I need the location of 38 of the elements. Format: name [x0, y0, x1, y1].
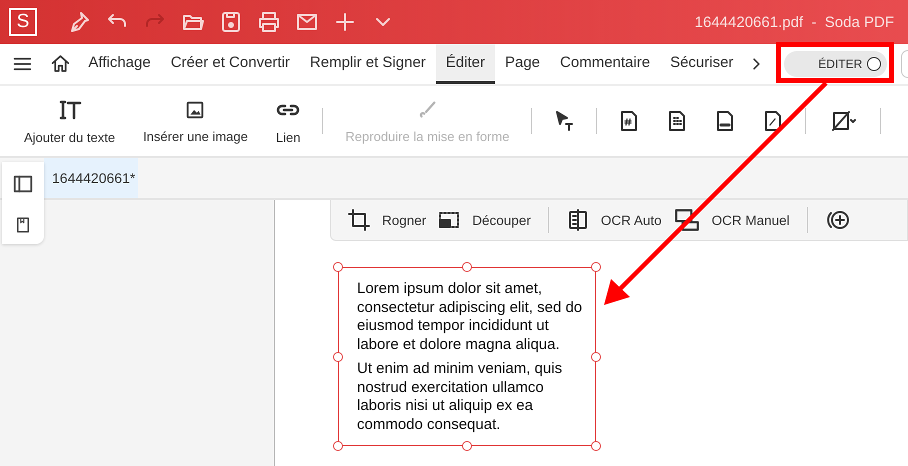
plus-icon[interactable] — [333, 10, 357, 34]
toolbar-button[interactable]: Lien — [262, 98, 314, 144]
app-logo[interactable]: S — [9, 8, 37, 36]
crop-icon[interactable] — [347, 208, 371, 232]
menu-tab[interactable]: Créer et Convertir — [160, 44, 300, 84]
resize-handle[interactable] — [333, 352, 343, 362]
zoom-in-icon[interactable] — [824, 208, 851, 232]
resize-handle[interactable] — [333, 441, 343, 451]
menu-tab[interactable]: Page — [494, 44, 550, 84]
home-icon[interactable] — [50, 53, 71, 75]
resize-handle[interactable] — [333, 262, 343, 272]
edit-tool-label[interactable]: Rogner — [382, 212, 426, 228]
frames-icon[interactable] — [672, 207, 701, 233]
resize-handle[interactable] — [462, 441, 472, 451]
toolbar-button[interactable]: Insérer une image — [129, 98, 262, 144]
menu-tab[interactable]: Commentaire — [550, 44, 660, 84]
menu-tab[interactable]: Sécuriser — [660, 44, 744, 84]
print-icon[interactable] — [257, 10, 281, 34]
bookmark-icon[interactable] — [14, 216, 32, 234]
resize-handle[interactable] — [591, 352, 601, 362]
text-box[interactable] — [338, 267, 596, 446]
resize-handle[interactable] — [591, 441, 601, 451]
menu-tab[interactable]: Remplir et Signer — [300, 44, 436, 84]
resize-handle[interactable] — [591, 262, 601, 272]
edit-mode-toggle[interactable]: ÉDITER — [784, 51, 888, 77]
document-tab[interactable]: 1644420661* — [44, 158, 138, 198]
paragraph: Lorem ipsum dolor sit amet, consectetur adipiscing elit, sed do eiusmod tempor incididunt ut labore et dolore magna aliqua. — [357, 280, 583, 354]
paragraph: Ut enim ad minim veniam, quis nostrud exercitation ullamco laboris nisi ut aliquip ex ea commodo consequat. — [357, 360, 564, 434]
menu-tab[interactable]: Éditer — [436, 44, 495, 84]
toolbar-button[interactable]: Ajouter du texte — [10, 98, 130, 144]
save-icon[interactable] — [219, 10, 243, 34]
edit-tool-label[interactable]: Découper — [472, 212, 531, 228]
window-title: 1644420661.pdf - Soda PDF — [694, 14, 894, 30]
resize-handle[interactable] — [462, 262, 472, 272]
toggle-button[interactable] — [901, 50, 908, 78]
edit-tool-label[interactable]: OCR Auto — [600, 212, 662, 228]
edit-tool-label[interactable]: OCR Manuel — [712, 212, 790, 228]
menu-tab[interactable]: Affichage — [78, 44, 161, 84]
